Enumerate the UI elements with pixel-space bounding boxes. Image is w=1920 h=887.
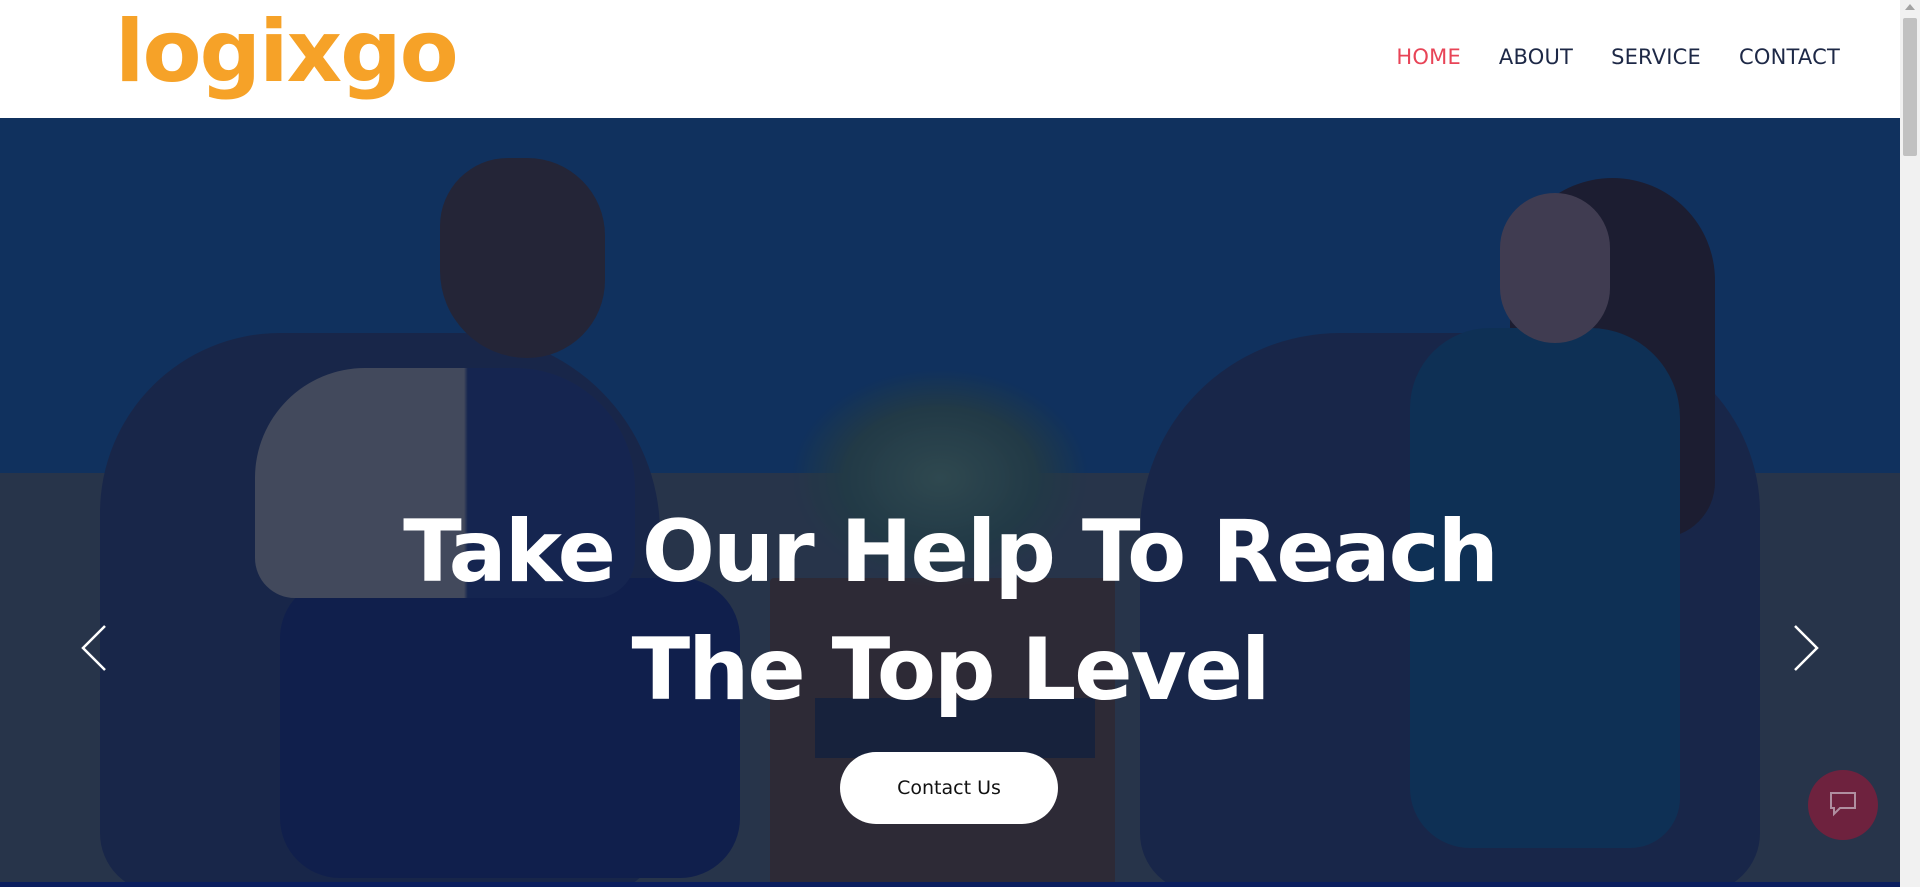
carousel-next-button[interactable] xyxy=(1785,618,1825,678)
main-nav: HOME ABOUT SERVICE CONTACT xyxy=(1358,45,1840,69)
chevron-left-icon xyxy=(75,625,115,682)
nav-about[interactable]: ABOUT xyxy=(1499,45,1573,69)
hero-title-line1: Take Our Help To Reach xyxy=(403,502,1499,602)
hero-title-line2: The Top Level xyxy=(631,620,1271,720)
carousel-prev-button[interactable] xyxy=(75,618,115,678)
nav-service[interactable]: SERVICE xyxy=(1611,45,1701,69)
nav-home[interactable]: HOME xyxy=(1396,45,1461,69)
hero-bottom-edge xyxy=(0,882,1900,887)
scrollbar-thumb[interactable] xyxy=(1903,18,1917,156)
chat-widget-button[interactable] xyxy=(1808,770,1878,840)
logo[interactable]: logixgo xyxy=(115,2,459,102)
hero-title: Take Our Help To Reach The Top Level xyxy=(0,493,1900,729)
site-header: logixgo HOME ABOUT SERVICE CONTACT xyxy=(0,0,1900,118)
nav-contact[interactable]: CONTACT xyxy=(1739,45,1840,69)
chat-icon xyxy=(1827,789,1859,821)
scroll-up-icon[interactable] xyxy=(1905,4,1915,10)
chevron-right-icon xyxy=(1785,625,1825,682)
contact-us-button[interactable]: Contact Us xyxy=(840,752,1058,824)
hero-carousel: Take Our Help To Reach The Top Level Con… xyxy=(0,118,1900,882)
page-scrollbar[interactable] xyxy=(1900,0,1920,887)
page: logixgo HOME ABOUT SERVICE CONTACT Take … xyxy=(0,0,1920,887)
